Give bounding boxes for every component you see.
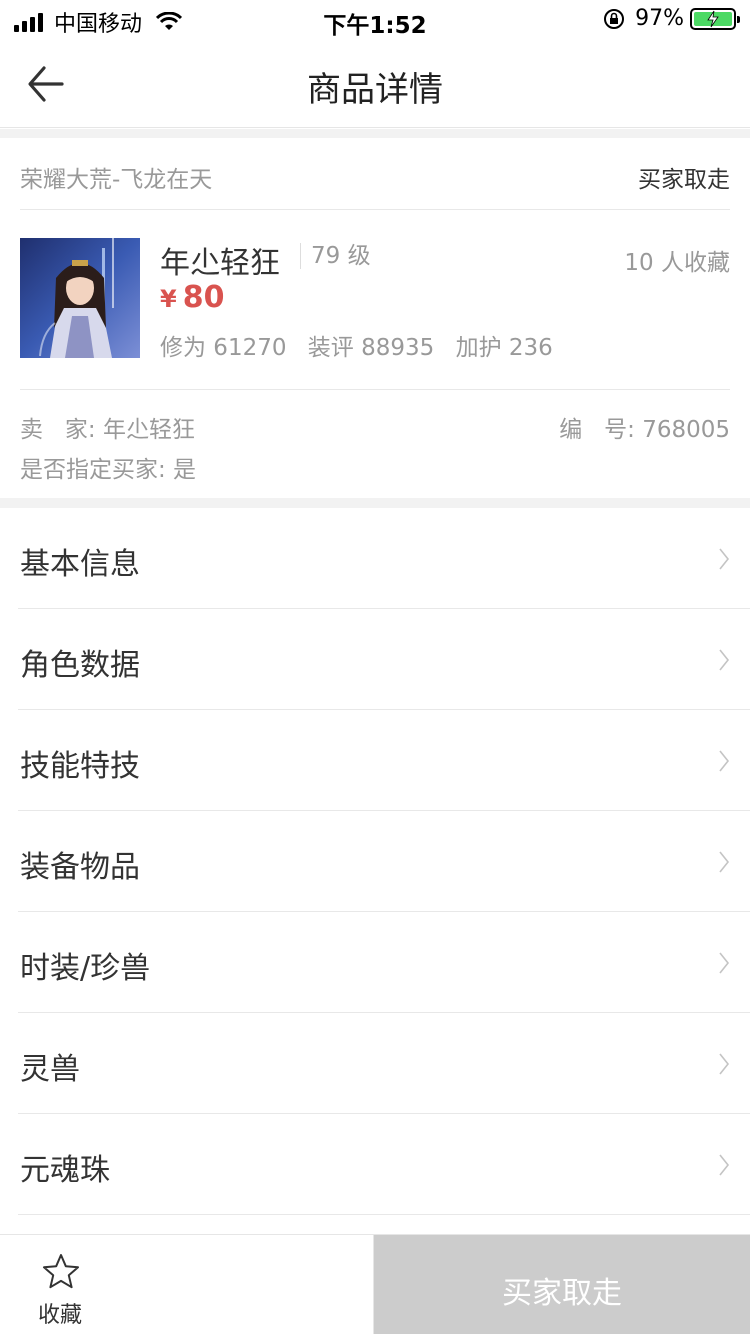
menu-item-label: 灵兽 — [20, 1052, 80, 1087]
character-level: 79 级 — [300, 243, 371, 269]
chevron-right-icon — [719, 750, 730, 772]
detail-menu: 基本信息 角色数据 技能特技 装备物品 时装/珍兽 灵兽 元魂珠 — [0, 508, 750, 1215]
section-divider — [0, 129, 750, 138]
character-avatar[interactable] — [20, 238, 140, 358]
menu-item-label: 装备物品 — [20, 850, 140, 885]
product-summary: 年尐轻狂 79 级 10 人收藏 ¥80 修为 61270 装评 88935 加… — [20, 210, 730, 390]
trade-status: 买家取走 — [638, 167, 730, 193]
favorite-button[interactable]: 收藏 — [0, 1235, 374, 1334]
rotation-lock-icon — [604, 8, 625, 29]
menu-item-skills[interactable]: 技能特技 — [18, 710, 750, 811]
buyer-pickup-label: 买家取走 — [502, 1276, 622, 1311]
character-stats: 修为 61270 装评 88935 加护 236 — [160, 328, 567, 362]
stat-cultivation: 修为 61270 — [160, 335, 287, 361]
menu-item-soul-pearl[interactable]: 元魂珠 — [18, 1114, 750, 1215]
chevron-right-icon — [719, 548, 730, 570]
bottom-action-bar: 收藏 买家取走 — [0, 1234, 750, 1334]
menu-item-character-data[interactable]: 角色数据 — [18, 609, 750, 710]
stat-protection: 加护 236 — [455, 335, 553, 361]
currency-symbol: ¥ — [160, 285, 177, 313]
designated-buyer: 是否指定买家: 是 — [20, 457, 197, 483]
server-row: 荣耀大荒-飞龙在天 买家取走 — [20, 138, 730, 210]
status-bar: 中国移动 下午1:52 97% — [0, 0, 750, 40]
menu-item-spirit-beast[interactable]: 灵兽 — [18, 1013, 750, 1114]
character-name: 年尐轻狂 — [160, 246, 280, 281]
trade-meta: 卖 家: 年尐轻狂 编 号: 768005 是否指定买家: 是 — [20, 390, 730, 498]
favorite-count: 10 人收藏 — [624, 250, 730, 276]
menu-item-basic-info[interactable]: 基本信息 — [18, 508, 750, 609]
battery-percent: 97% — [635, 6, 684, 31]
server-name: 荣耀大荒-飞龙在天 — [20, 167, 213, 193]
price: ¥80 — [160, 280, 224, 315]
price-value: 80 — [182, 280, 225, 315]
stat-gear-score: 装评 88935 — [307, 335, 435, 361]
menu-item-label: 元魂珠 — [20, 1153, 110, 1188]
nav-bar: 商品详情 — [0, 40, 750, 128]
favorite-label: 收藏 — [38, 1303, 83, 1328]
section-divider — [0, 498, 750, 508]
chevron-right-icon — [719, 952, 730, 974]
star-icon — [43, 1254, 79, 1289]
chevron-right-icon — [719, 1154, 730, 1176]
product-card: 荣耀大荒-飞龙在天 买家取走 年尐轻狂 79 级 10 人收藏 ¥ 80 修为 … — [0, 138, 750, 498]
menu-item-label: 角色数据 — [20, 648, 140, 683]
chevron-right-icon — [719, 851, 730, 873]
menu-item-fashion-pets[interactable]: 时装/珍兽 — [18, 912, 750, 1013]
page-title: 商品详情 — [307, 70, 443, 110]
chevron-right-icon — [719, 649, 730, 671]
menu-item-label: 技能特技 — [20, 749, 140, 784]
buyer-pickup-button[interactable]: 买家取走 — [374, 1235, 750, 1334]
menu-item-label: 基本信息 — [20, 547, 140, 582]
battery-charging-icon — [690, 7, 740, 30]
menu-item-label: 时装/珍兽 — [20, 951, 151, 986]
seller: 卖 家: 年尐轻狂 — [20, 417, 195, 443]
serial-number: 编 号: 768005 — [559, 417, 730, 443]
chevron-right-icon — [719, 1053, 730, 1075]
menu-item-equipment[interactable]: 装备物品 — [18, 811, 750, 912]
